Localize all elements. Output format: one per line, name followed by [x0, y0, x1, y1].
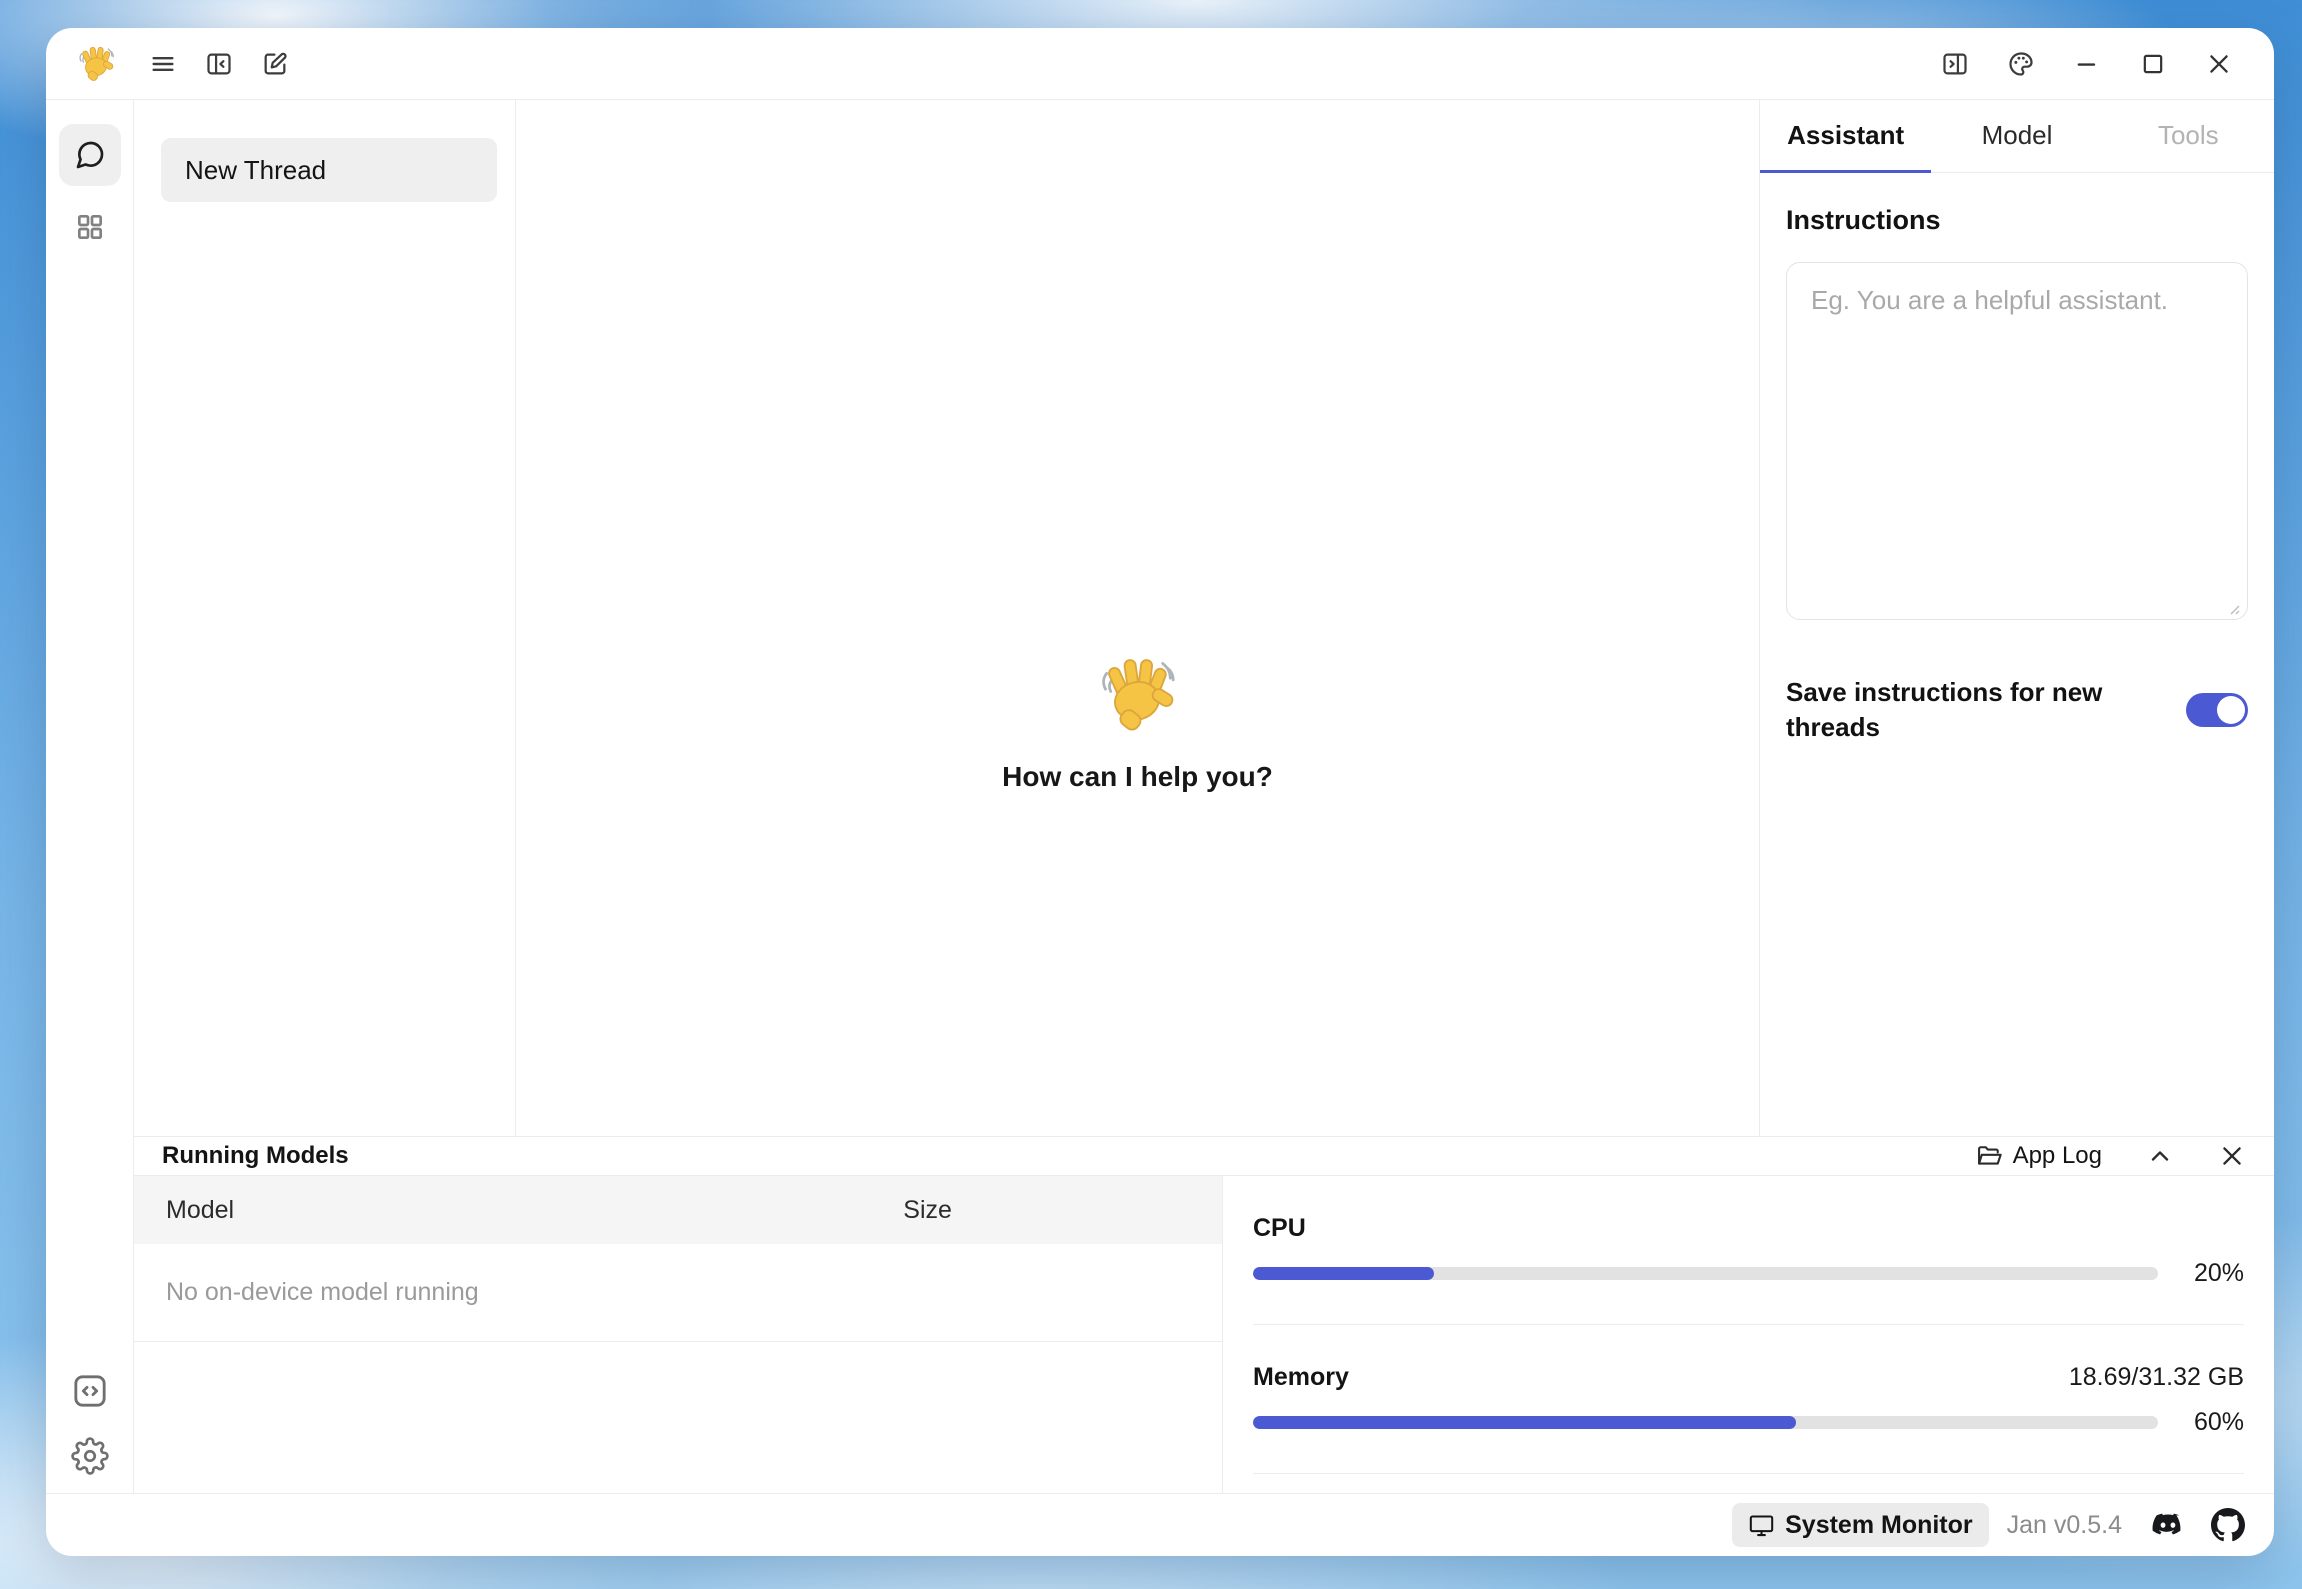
collapse-panel-button[interactable] [2146, 1142, 2174, 1170]
new-thread-icon[interactable] [260, 49, 290, 79]
memory-label: Memory [1253, 1363, 1349, 1392]
save-instructions-label: Save instructions for new threads [1786, 675, 2106, 745]
assistant-panel: Assistant Model Tools Instructions [1759, 100, 2274, 1136]
hub-nav-button[interactable] [59, 196, 121, 258]
running-models-table: Model Size No on-device model running [134, 1176, 1223, 1493]
resource-monitor: CPU 20% Memory 18.69/31.32 G [1223, 1176, 2274, 1493]
statusbar: System Monitor Jan v0.5.4 [46, 1493, 2274, 1556]
monitor-icon [1748, 1512, 1775, 1539]
thread-list-panel: New Thread [134, 100, 516, 1136]
icon-rail [46, 100, 134, 1493]
settings-button[interactable] [71, 1437, 109, 1475]
thread-list-item[interactable]: New Thread [161, 138, 497, 202]
apps-grid-icon [74, 211, 106, 243]
table-empty-row: No on-device model running [134, 1244, 1222, 1342]
empty-state: How can I help you? [1002, 653, 1273, 793]
close-icon [2218, 1142, 2246, 1170]
chat-area: How can I help you? [516, 100, 1759, 1136]
cpu-row: CPU 20% [1253, 1176, 2244, 1325]
panel-left-icon[interactable] [204, 49, 234, 79]
tab-tools[interactable]: Tools [2103, 100, 2274, 173]
save-instructions-toggle[interactable] [2186, 693, 2248, 727]
column-header-model: Model [166, 1196, 903, 1225]
folder-open-icon [1975, 1142, 2003, 1170]
cpu-label: CPU [1253, 1214, 2244, 1243]
app-version: Jan v0.5.4 [2007, 1511, 2122, 1540]
cpu-percent: 20% [2180, 1259, 2244, 1288]
chat-bubble-icon [74, 139, 106, 171]
jan-wave-logo-icon [76, 44, 116, 84]
system-monitor-panel: Running Models App Log [134, 1136, 2274, 1493]
resize-grip-icon[interactable] [2225, 600, 2241, 616]
settings-gear-icon [71, 1437, 109, 1475]
app-log-button[interactable]: App Log [1975, 1142, 2102, 1170]
minimize-icon[interactable] [2072, 49, 2102, 79]
maximize-icon[interactable] [2138, 49, 2168, 79]
threads-nav-button[interactable] [59, 124, 121, 186]
memory-progress-bar [1253, 1416, 2158, 1429]
close-icon[interactable] [2204, 49, 2234, 79]
cpu-progress-bar [1253, 1267, 2158, 1280]
memory-percent: 60% [2180, 1408, 2244, 1437]
cpu-progress-fill [1253, 1267, 1434, 1280]
running-models-title: Running Models [162, 1142, 349, 1170]
discord-icon[interactable] [2150, 1507, 2186, 1543]
toggle-knob [2217, 696, 2245, 724]
theme-palette-icon[interactable] [2006, 49, 2036, 79]
app-window: New Thread [46, 28, 2274, 1556]
column-header-size: Size [903, 1196, 1190, 1225]
chevron-up-icon [2146, 1142, 2174, 1170]
local-api-server-button[interactable] [70, 1371, 110, 1411]
code-square-icon [70, 1371, 110, 1411]
app-log-label: App Log [2013, 1142, 2102, 1170]
thread-title: New Thread [185, 155, 326, 186]
memory-progress-fill [1253, 1416, 1796, 1429]
panel-right-icon[interactable] [1940, 49, 1970, 79]
system-monitor-label: System Monitor [1785, 1511, 1973, 1540]
assistant-panel-tabs: Assistant Model Tools [1760, 100, 2274, 173]
memory-row: Memory 18.69/31.32 GB 60% [1253, 1325, 2244, 1474]
system-monitor-button[interactable]: System Monitor [1732, 1503, 1989, 1547]
greeting-text: How can I help you? [1002, 761, 1273, 793]
menu-icon[interactable] [148, 49, 178, 79]
memory-usage: 18.69/31.32 GB [2069, 1363, 2244, 1392]
tab-model[interactable]: Model [1931, 100, 2102, 173]
table-header-row: Model Size [134, 1176, 1222, 1244]
waving-hand-emoji [1095, 653, 1179, 737]
close-panel-button[interactable] [2218, 1142, 2246, 1170]
instructions-label: Instructions [1786, 205, 2248, 236]
github-icon[interactable] [2210, 1507, 2246, 1543]
instructions-textarea[interactable] [1786, 262, 2248, 620]
titlebar [46, 28, 2274, 100]
tab-assistant[interactable]: Assistant [1760, 100, 1931, 173]
